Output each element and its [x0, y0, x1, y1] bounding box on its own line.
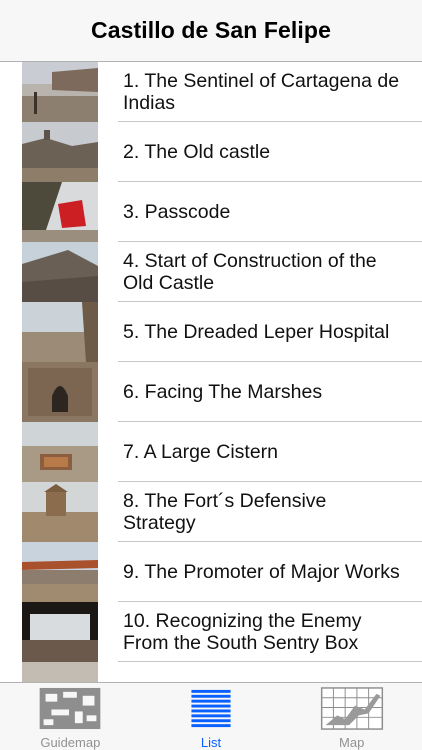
tab-bar: Guidemap List Map: [0, 682, 422, 750]
stop-thumbnail: [22, 242, 98, 302]
page-title: Castillo de San Felipe: [91, 17, 331, 43]
guidemap-icon: [40, 687, 101, 730]
stop-thumbnail: [22, 302, 98, 362]
stop-thumbnail: [22, 362, 98, 422]
stop-thumbnail: [22, 662, 98, 682]
tab-label: Map: [339, 735, 365, 750]
list-item-label: 2. The Old castle: [123, 141, 271, 163]
stop-thumbnail: [22, 422, 98, 482]
list-item[interactable]: 6. Facing The Marshes: [0, 362, 422, 422]
list-item[interactable]: 11. The Assault of the French: [0, 662, 422, 682]
list-item[interactable]: 2. The Old castle: [0, 122, 422, 182]
list-item[interactable]: 4. Start of Construction of the Old Cast…: [0, 242, 422, 302]
list-item-label: 4. Start of Construction of the Old Cast…: [123, 250, 377, 294]
tab-list[interactable]: List: [141, 683, 282, 750]
tab-label: List: [200, 735, 222, 750]
list-item-label: 7. A Large Cistern: [123, 441, 279, 463]
list-item[interactable]: 10. Recognizing the Enemy From the South…: [0, 602, 422, 662]
list-icon: [191, 689, 231, 728]
list-item-label: 1. The Sentinel of Cartagena de Indias: [123, 70, 400, 114]
list-item-label: 9. The Promoter of Major Works: [123, 561, 400, 583]
tab-guidemap[interactable]: Guidemap: [0, 683, 141, 750]
tab-map[interactable]: Map: [281, 683, 422, 750]
stop-thumbnail: [22, 122, 98, 182]
list-item-label: 5. The Dreaded Leper Hospital: [123, 321, 390, 343]
map-icon: [320, 687, 383, 730]
stop-thumbnail: [22, 62, 98, 122]
list-item[interactable]: 3. Passcode: [0, 182, 422, 242]
stops-list[interactable]: 1. The Sentinel of Cartagena de Indias 2…: [0, 62, 422, 682]
nav-bar: Castillo de San Felipe: [0, 0, 422, 62]
list-item-label: 8. The Fort´s Defensive Strategy: [123, 490, 327, 534]
stop-thumbnail: [22, 182, 98, 242]
list-item-label: 10. Recognizing the Enemy From the South…: [123, 610, 362, 654]
list-item[interactable]: 5. The Dreaded Leper Hospital: [0, 302, 422, 362]
stop-thumbnail: [22, 542, 98, 602]
stop-thumbnail: [22, 482, 98, 542]
list-item-label: 11. The Assault of the French: [123, 662, 402, 682]
list-item-label: 6. Facing The Marshes: [123, 381, 323, 403]
list-item[interactable]: 7. A Large Cistern: [0, 422, 422, 482]
list-item-label: 3. Passcode: [123, 201, 231, 223]
list-item[interactable]: 1. The Sentinel of Cartagena de Indias: [0, 62, 422, 122]
list-item[interactable]: 8. The Fort´s Defensive Strategy: [0, 482, 422, 542]
stop-thumbnail: [22, 602, 98, 662]
list-item[interactable]: 9. The Promoter of Major Works: [0, 542, 422, 602]
tab-label: Guidemap: [40, 735, 101, 750]
